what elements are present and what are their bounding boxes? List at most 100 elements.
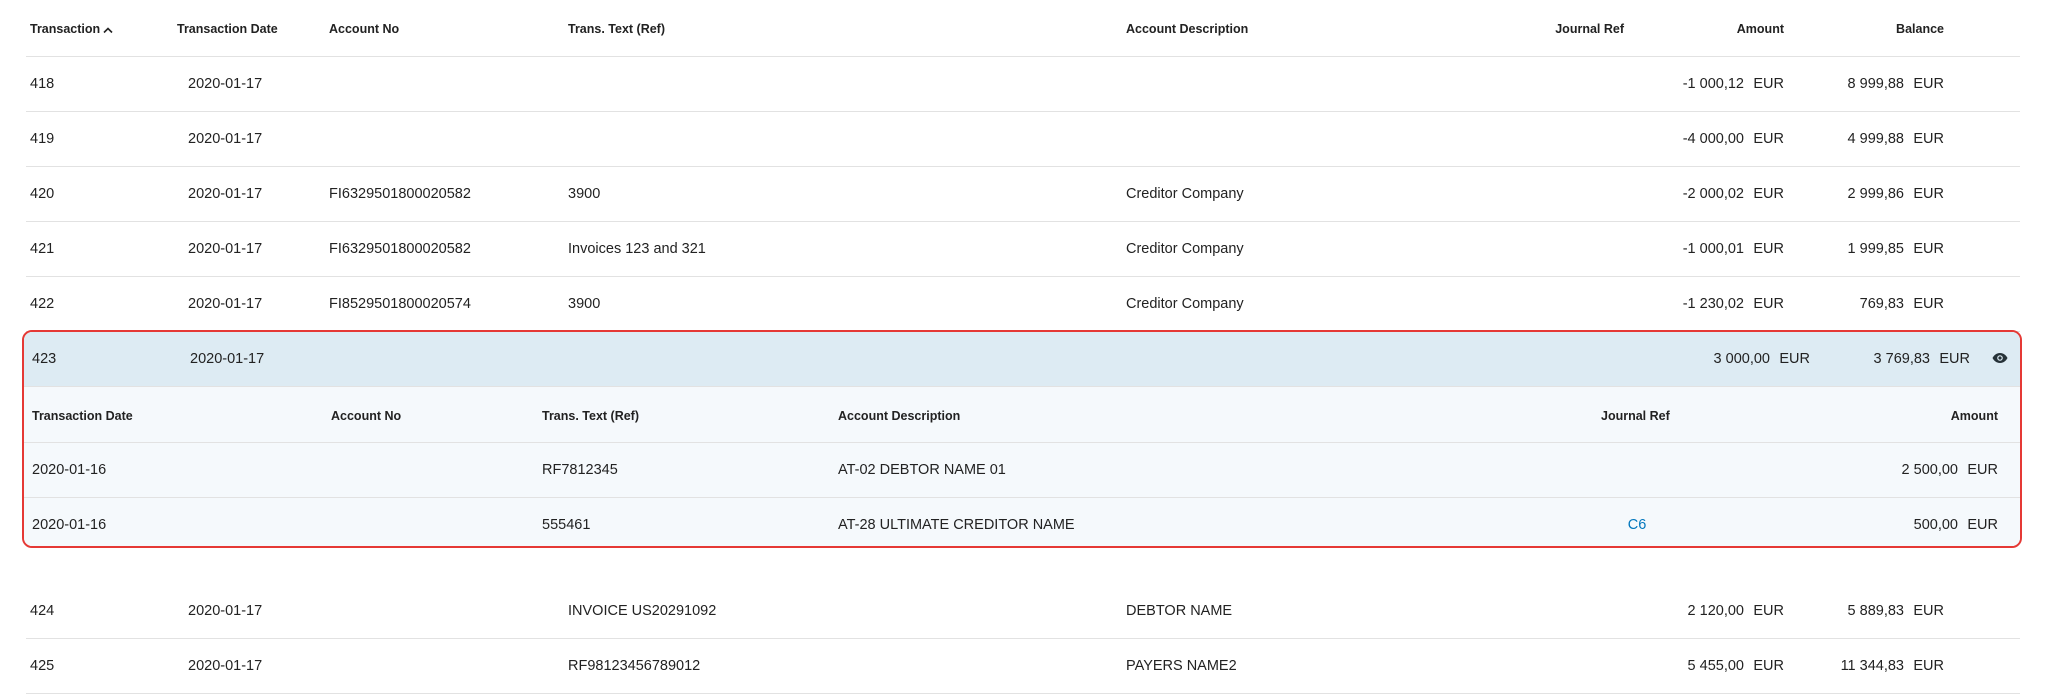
expanded-transaction: 423 2020-01-17 3 000,00 EUR 3 769,83 EUR… [22, 330, 2022, 548]
column-header-transaction-date[interactable]: Transaction Date [177, 22, 278, 36]
sub-header-account-description: Account Description [838, 409, 961, 423]
sub-account-description: AT-28 ULTIMATE CREDITOR NAME [838, 517, 1075, 533]
balance-value: 11 344,83 [1840, 658, 1904, 674]
amount-currency: EUR [1753, 603, 1784, 619]
account-description: PAYERS NAME2 [1126, 658, 1237, 674]
transaction-id: 425 [30, 658, 55, 674]
balance-currency: EUR [1913, 658, 1944, 674]
sub-account-description: AT-02 DEBTOR NAME 01 [838, 462, 1006, 478]
sub-transaction-date: 2020-01-16 [32, 462, 107, 478]
amount-value: 2 120,00 [1687, 603, 1744, 619]
table-row[interactable]: 420 2020-01-17 FI6329501800020582 3900 C… [26, 167, 2020, 222]
transaction-id: 424 [30, 603, 55, 619]
balance-currency: EUR [1913, 76, 1944, 92]
sub-header-account-no: Account No [331, 409, 402, 423]
sub-amount-currency: EUR [1967, 517, 1998, 533]
account-no: FI6329501800020582 [329, 186, 471, 202]
account-no: FI6329501800020582 [329, 241, 471, 257]
transaction-id: 423 [32, 351, 57, 367]
table-row[interactable]: 418 2020-01-17 -1 000,12 EUR 8 999,88 EU… [26, 57, 2020, 112]
amount-currency: EUR [1753, 241, 1784, 257]
trans-text: 3900 [568, 186, 601, 202]
trans-text: INVOICE US20291092 [568, 603, 717, 619]
table-header: Transaction Transaction Date Account No … [26, 0, 2020, 57]
account-description: Creditor Company [1126, 186, 1244, 202]
column-header-account-description[interactable]: Account Description [1126, 22, 1248, 36]
column-header-journal-ref[interactable]: Journal Ref [1555, 22, 1624, 36]
amount-currency: EUR [1753, 76, 1784, 92]
transaction-date: 2020-01-17 [190, 351, 265, 367]
balance-value: 3 769,83 [1873, 351, 1930, 367]
sub-table-row: 2020-01-16 555461 AT-28 ULTIMATE CREDITO… [24, 498, 2020, 546]
column-header-amount[interactable]: Amount [1737, 22, 1784, 36]
amount-value: -1 230,02 [1682, 296, 1744, 312]
balance-value: 1 999,85 [1847, 241, 1904, 257]
eye-icon[interactable] [1992, 352, 2008, 364]
transaction-id: 422 [30, 296, 55, 312]
sort-ascending-icon [103, 27, 113, 33]
sub-header-journal-ref: Journal Ref [1601, 409, 1670, 423]
amount-currency: EUR [1753, 658, 1784, 674]
sub-amount-value: 500,00 [1913, 517, 1958, 533]
balance-currency: EUR [1913, 603, 1944, 619]
balance-value: 5 889,83 [1847, 603, 1904, 619]
transaction-date: 2020-01-17 [188, 658, 263, 674]
amount-value: 3 000,00 [1713, 351, 1770, 367]
column-header-balance[interactable]: Balance [1896, 22, 1944, 36]
balance-value: 4 999,88 [1847, 131, 1904, 147]
amount-value: 5 455,00 [1687, 658, 1744, 674]
column-header-trans-text[interactable]: Trans. Text (Ref) [568, 22, 665, 36]
balance-currency: EUR [1939, 351, 1970, 367]
amount-currency: EUR [1779, 351, 1810, 367]
balance-currency: EUR [1913, 186, 1944, 202]
amount-value: -4 000,00 [1682, 131, 1744, 147]
balance-value: 2 999,86 [1847, 186, 1904, 202]
transaction-id: 418 [30, 76, 55, 92]
transaction-date: 2020-01-17 [188, 603, 263, 619]
journal-ref-link[interactable]: C6 [1602, 517, 1672, 533]
amount-value: -1 000,01 [1682, 241, 1744, 257]
balance-currency: EUR [1913, 241, 1944, 257]
table-row[interactable]: 421 2020-01-17 FI6329501800020582 Invoic… [26, 222, 2020, 277]
sub-table-row: 2020-01-16 RF7812345 AT-02 DEBTOR NAME 0… [24, 443, 2020, 498]
amount-value: -1 000,12 [1682, 76, 1744, 92]
sub-amount-currency: EUR [1967, 462, 1998, 478]
transaction-date: 2020-01-17 [188, 241, 263, 257]
table-row-expanded[interactable]: 423 2020-01-17 3 000,00 EUR 3 769,83 EUR [24, 332, 2020, 387]
transactions-table-continued: 424 2020-01-17 INVOICE US20291092 DEBTOR… [26, 584, 2020, 694]
table-row[interactable]: 422 2020-01-17 FI8529501800020574 3900 C… [26, 277, 2020, 332]
table-row[interactable]: 424 2020-01-17 INVOICE US20291092 DEBTOR… [26, 584, 2020, 639]
sub-transactions: Transaction Date Account No Trans. Text … [24, 387, 2020, 546]
transaction-date: 2020-01-17 [188, 131, 263, 147]
sub-table-header: Transaction Date Account No Trans. Text … [24, 387, 2020, 443]
transaction-id: 420 [30, 186, 55, 202]
sub-transaction-date: 2020-01-16 [32, 517, 107, 533]
account-description: Creditor Company [1126, 296, 1244, 312]
trans-text: RF98123456789012 [568, 658, 701, 674]
balance-value: 8 999,88 [1847, 76, 1904, 92]
column-header-account-no[interactable]: Account No [329, 22, 399, 36]
balance-currency: EUR [1913, 296, 1944, 312]
sub-trans-text: 555461 [542, 517, 591, 533]
transaction-id: 419 [30, 131, 55, 147]
column-header-transaction[interactable]: Transaction [30, 22, 113, 36]
amount-currency: EUR [1753, 131, 1784, 147]
sub-header-amount: Amount [1950, 409, 1998, 423]
transaction-date: 2020-01-17 [188, 76, 263, 92]
transactions-table: Transaction Transaction Date Account No … [26, 0, 2020, 332]
sub-header-trans-text: Trans. Text (Ref) [542, 409, 640, 423]
column-header-transaction-label: Transaction [30, 22, 101, 36]
amount-currency: EUR [1753, 186, 1784, 202]
trans-text: Invoices 123 and 321 [568, 241, 706, 257]
trans-text: 3900 [568, 296, 601, 312]
account-description: Creditor Company [1126, 241, 1244, 257]
table-row[interactable]: 419 2020-01-17 -4 000,00 EUR 4 999,88 EU… [26, 112, 2020, 167]
transaction-id: 421 [30, 241, 55, 257]
amount-value: -2 000,02 [1682, 186, 1744, 202]
balance-currency: EUR [1913, 131, 1944, 147]
table-row[interactable]: 425 2020-01-17 RF98123456789012 PAYERS N… [26, 639, 2020, 694]
balance-value: 769,83 [1859, 296, 1904, 312]
transaction-date: 2020-01-17 [188, 296, 263, 312]
sub-header-transaction-date: Transaction Date [32, 409, 133, 423]
sub-amount-value: 2 500,00 [1901, 462, 1958, 478]
